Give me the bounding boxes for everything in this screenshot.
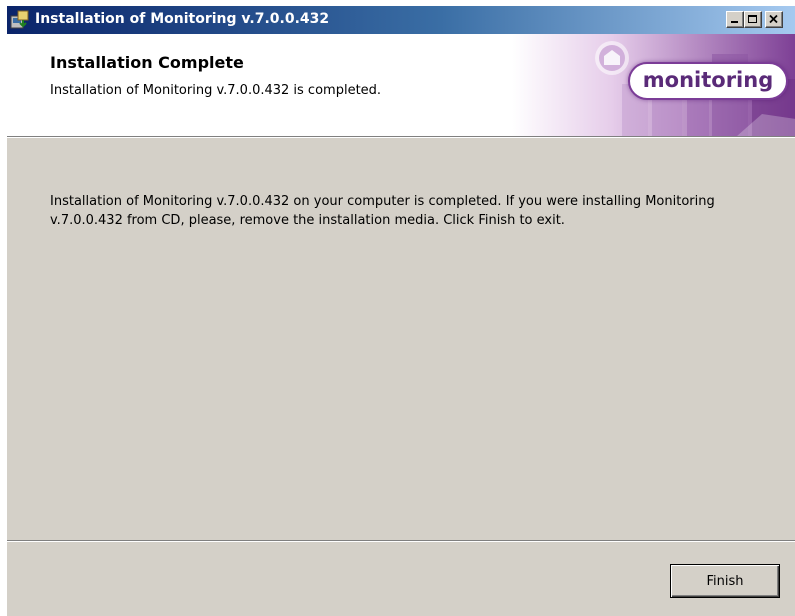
monitoring-logo: monitoring (628, 62, 788, 100)
page-title: Installation Complete (50, 53, 244, 72)
installer-icon (10, 10, 30, 30)
header-panel: Installation Complete Installation of Mo… (7, 34, 795, 136)
finish-button[interactable]: Finish (670, 564, 780, 598)
footer-divider (7, 540, 795, 542)
close-button[interactable] (765, 11, 783, 28)
minimize-button[interactable] (726, 11, 744, 28)
page-subtitle: Installation of Monitoring v.7.0.0.432 i… (50, 83, 382, 98)
completion-message: Installation of Monitoring v.7.0.0.432 o… (50, 194, 715, 228)
window-title: Installation of Monitoring v.7.0.0.432 (35, 11, 330, 27)
installer-window: Installation of Monitoring v.7.0.0.432 I… (6, 5, 795, 616)
title-bar[interactable]: Installation of Monitoring v.7.0.0.432 (7, 6, 795, 34)
minimize-icon (731, 21, 738, 23)
header-divider (7, 136, 795, 138)
close-icon (769, 14, 778, 24)
maximize-button[interactable] (744, 11, 762, 28)
maximize-icon (748, 15, 757, 23)
